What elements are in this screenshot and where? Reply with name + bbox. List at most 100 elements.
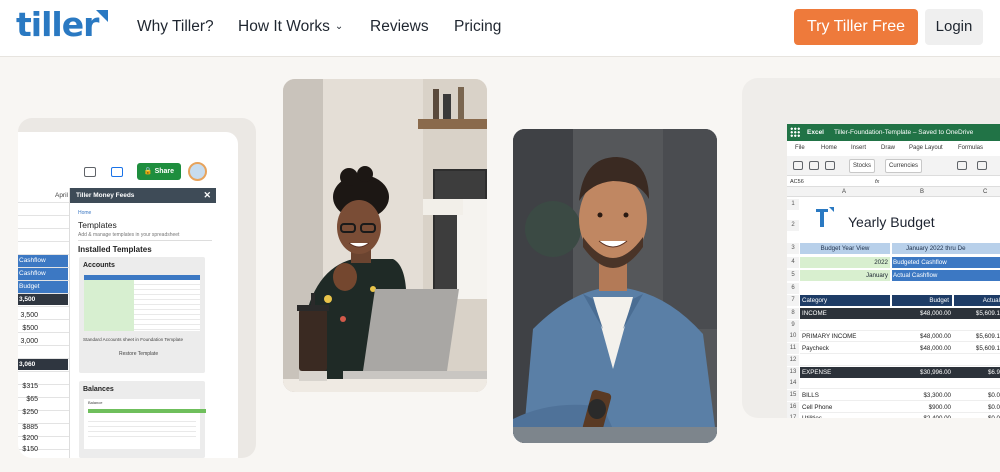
category-cell[interactable] (800, 320, 892, 331)
google-sheet: 🔒 Share April Cashflow Cashflow Budget 3… (18, 132, 238, 458)
budget-cell[interactable]: $3,300.00 (892, 390, 954, 401)
stocks-button[interactable]: Stocks (849, 159, 876, 173)
menu-draw[interactable]: Draw (881, 145, 895, 151)
menu-file[interactable]: File (795, 145, 805, 151)
menu-insert[interactable]: Insert (851, 145, 866, 151)
row-number[interactable]: 3 (787, 243, 799, 254)
clipboard-icon[interactable] (809, 161, 819, 170)
budget-cell[interactable] (892, 320, 954, 331)
currencies-button[interactable]: Currencies (885, 159, 923, 173)
cell-value: $315 (22, 383, 38, 390)
category-cell[interactable] (800, 378, 892, 390)
category-cell[interactable]: PRIMARY INCOME (800, 331, 892, 343)
budget-cell[interactable]: $48,000.00 (892, 343, 954, 355)
formula-bar[interactable]: AC56 fx (787, 177, 1000, 187)
actual-cell[interactable] (954, 320, 1000, 331)
undo-icon[interactable] (793, 161, 803, 170)
row-number[interactable]: 1 (787, 199, 799, 210)
actual-cell[interactable] (954, 355, 1000, 366)
cell-value: $65 (26, 396, 38, 403)
column-b[interactable]: B (920, 187, 924, 197)
actual-cell[interactable]: $5,609.1 (954, 343, 1000, 355)
summary-value: 3,060 (18, 359, 68, 370)
category-cell[interactable]: Cell Phone (800, 402, 892, 413)
row-number[interactable]: 5 (787, 270, 799, 281)
budget-cell[interactable]: $30,996.00 (892, 366, 954, 378)
tiller-logo[interactable]: tiller (16, 5, 111, 47)
row-number[interactable]: 12 (787, 354, 799, 366)
format-icon[interactable] (825, 161, 835, 170)
name-box[interactable]: AC56 (790, 179, 804, 185)
row-number[interactable]: 2 (787, 220, 799, 231)
nav-pricing[interactable]: Pricing (454, 18, 501, 36)
installed-templates-heading: Installed Templates (78, 245, 152, 254)
login-button[interactable]: Login (925, 9, 983, 45)
logo-wordmark: tiller (16, 5, 99, 44)
actual-cell[interactable]: $0.0 (954, 413, 1000, 418)
year-cell[interactable]: 2022 (800, 257, 890, 268)
woman-laptop-illustration (283, 79, 487, 392)
sheet-grid (18, 190, 70, 458)
row-number[interactable]: 9 (787, 319, 799, 331)
actual-cashflow-cell[interactable]: Actual Cashflow (892, 270, 1000, 281)
menu-page-layout[interactable]: Page Layout (909, 145, 943, 151)
actual-cell[interactable]: $5,609.1 (954, 331, 1000, 343)
menu-formulas[interactable]: Formulas (958, 145, 983, 151)
actual-cell[interactable] (954, 378, 1000, 390)
balances-preview: Balance (84, 399, 206, 449)
budget-cell[interactable]: $2,400.00 (892, 413, 954, 418)
fx-icon: fx (875, 179, 880, 185)
row-number[interactable]: 14 (787, 378, 799, 390)
column-headers: A B C (787, 187, 1000, 197)
close-icon[interactable]: ✕ (203, 188, 211, 203)
row-number[interactable]: 11 (787, 343, 799, 355)
column-c[interactable]: C (983, 187, 987, 197)
balances-template-card: Balances Balance (79, 381, 206, 458)
category-cell[interactable]: Paycheck (800, 343, 892, 355)
budget-cell[interactable] (892, 378, 954, 390)
column-a[interactable]: A (842, 187, 846, 197)
category-cell[interactable]: EXPENSE (800, 366, 892, 378)
share-button[interactable]: 🔒 Share (137, 163, 181, 180)
row-number[interactable]: 16 (787, 401, 799, 413)
budget-cell[interactable]: $900.00 (892, 402, 954, 413)
actual-cell[interactable]: $6.9 (954, 366, 1000, 378)
nav-how-it-works[interactable]: How It Works ⌄ (238, 18, 343, 36)
category-cell[interactable]: Utilities (800, 413, 892, 418)
row-number[interactable]: 10 (787, 331, 799, 343)
row-number[interactable]: 13 (787, 366, 799, 378)
restore-template-button[interactable]: Restore Template (119, 351, 158, 357)
category-cell[interactable] (800, 355, 892, 366)
category-cell[interactable]: BILLS (800, 390, 892, 401)
row-number[interactable]: 8 (787, 308, 799, 319)
row-number[interactable]: 17 (787, 413, 799, 418)
nav-reviews[interactable]: Reviews (370, 18, 429, 36)
row-number[interactable]: 15 (787, 389, 799, 401)
column-header-april: April (54, 192, 68, 199)
actual-cell[interactable]: $0.0 (954, 402, 1000, 413)
file-name: Tiller-Foundation-Template – Saved to On… (834, 129, 974, 136)
home-link[interactable]: Home (78, 210, 91, 216)
budget-cell[interactable] (892, 355, 954, 366)
excel-title-bar: Excel Tiller-Foundation-Template – Saved… (787, 124, 1000, 141)
actual-cell[interactable]: $5,609.1 (954, 308, 1000, 319)
budgeted-cashflow-cell[interactable]: Budgeted Cashflow (892, 257, 1000, 268)
accounts-preview (84, 275, 200, 331)
nav-why-tiller[interactable]: Why Tiller? (137, 18, 214, 36)
row-number[interactable]: 6 (787, 283, 799, 294)
row-number[interactable]: 7 (787, 295, 799, 306)
accounts-caption: Standard Accounts sheet in Foundation Te… (83, 337, 184, 342)
category-cell[interactable]: INCOME (800, 308, 892, 319)
budget-cell[interactable]: $48,000.00 (892, 308, 954, 319)
filter-icon[interactable] (977, 161, 987, 170)
sort-icon[interactable] (957, 161, 967, 170)
month-cell[interactable]: January (800, 270, 890, 281)
present-icon (111, 167, 123, 177)
actual-cell[interactable]: $0.0 (954, 390, 1000, 401)
app-launcher-icon[interactable] (790, 127, 800, 137)
budget-cell[interactable]: $48,000.00 (892, 331, 954, 343)
excel-app-name: Excel (807, 129, 824, 136)
try-tiller-free-button[interactable]: Try Tiller Free (794, 9, 918, 45)
row-number[interactable]: 4 (787, 257, 799, 268)
menu-home[interactable]: Home (821, 145, 837, 151)
